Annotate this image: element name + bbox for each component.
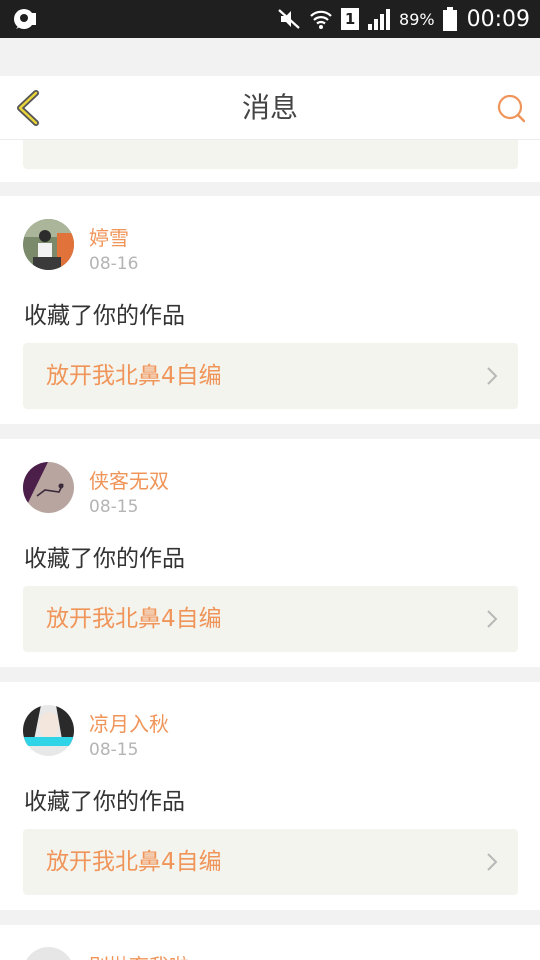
message-date: 08-15 — [89, 497, 139, 517]
message-date: 08-16 — [89, 254, 139, 274]
message-date: 08-15 — [89, 740, 139, 760]
message-card: 婷雪 08-16 收藏了你的作品 放开我北鼻4自编 — [0, 196, 540, 424]
username[interactable]: 别抛弃我啦 — [89, 950, 189, 960]
chevron-right-icon — [487, 853, 498, 871]
work-title: 放开我北鼻4自编 — [46, 606, 222, 632]
sim-icon: 1 — [341, 8, 360, 30]
action-text: 收藏了你的作品 — [24, 789, 185, 815]
notification-icon — [14, 9, 36, 29]
work-title: 放开我北鼻4自编 — [46, 849, 222, 875]
avatar[interactable] — [23, 705, 74, 756]
chevron-right-icon — [487, 610, 498, 628]
battery-percent: 89% — [399, 9, 435, 29]
work-link[interactable]: 放开我北鼻4自编 — [23, 829, 518, 895]
message-list[interactable]: 婷雪 08-16 收藏了你的作品 放开我北鼻4自编 侠客无双 08-15 收藏了… — [0, 140, 540, 960]
avatar[interactable] — [23, 219, 74, 270]
chevron-right-icon — [487, 367, 498, 385]
avatar[interactable] — [23, 462, 74, 513]
username[interactable]: 婷雪 — [89, 222, 129, 251]
message-card: 侠客无双 08-15 收藏了你的作品 放开我北鼻4自编 — [0, 439, 540, 667]
list-item — [0, 140, 540, 182]
message-card: 别抛弃我啦 — [0, 925, 540, 960]
avatar[interactable] — [23, 947, 74, 960]
status-bar: 1 89% 00:09 — [0, 0, 540, 38]
work-link[interactable]: 放开我北鼻4自编 — [23, 343, 518, 409]
header-bar: 消息 — [0, 76, 540, 140]
search-icon[interactable] — [496, 93, 526, 123]
work-link[interactable] — [23, 140, 518, 169]
action-text: 收藏了你的作品 — [24, 546, 185, 572]
wifi-icon — [310, 10, 332, 29]
sim-number: 1 — [344, 10, 356, 28]
battery-icon — [442, 7, 457, 31]
top-spacer — [0, 38, 540, 76]
mute-icon — [278, 9, 300, 29]
work-title: 放开我北鼻4自编 — [46, 363, 222, 389]
username[interactable]: 侠客无双 — [89, 465, 169, 494]
action-text: 收藏了你的作品 — [24, 303, 185, 329]
username[interactable]: 凉月入秋 — [89, 708, 169, 737]
work-link[interactable]: 放开我北鼻4自编 — [23, 586, 518, 652]
message-card: 凉月入秋 08-15 收藏了你的作品 放开我北鼻4自编 — [0, 682, 540, 910]
page-title: 消息 — [241, 91, 298, 124]
signal-icon — [368, 9, 391, 30]
clock: 00:09 — [466, 6, 530, 32]
